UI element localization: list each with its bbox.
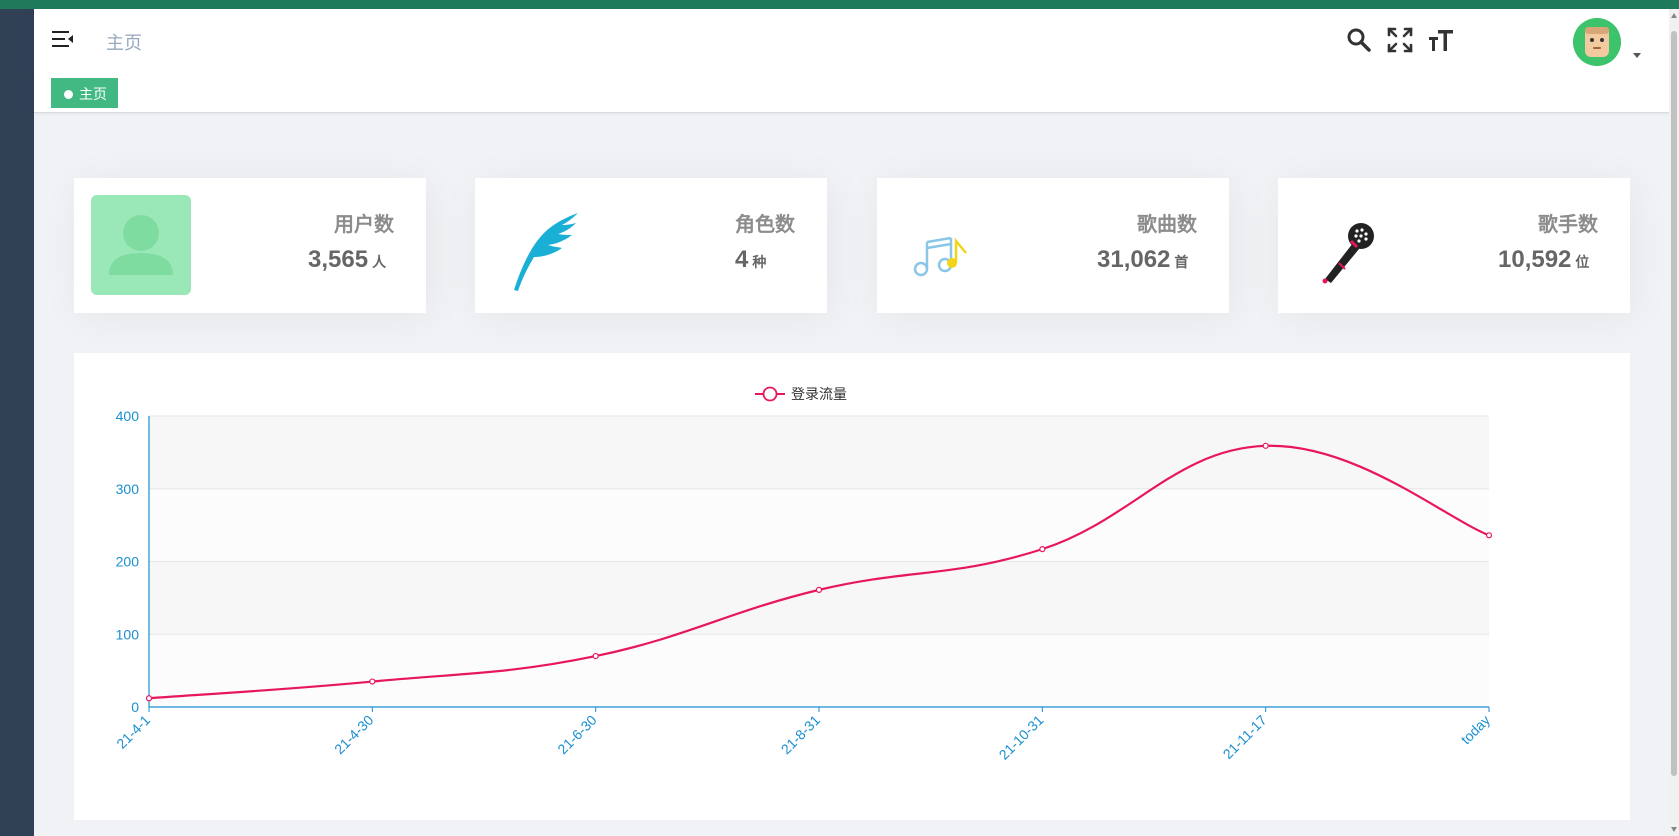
feather-icon	[492, 195, 592, 295]
x-tick-label: 21-11-17	[1220, 712, 1270, 762]
legend-marker-icon	[762, 386, 778, 402]
navbar: 主页	[34, 9, 1669, 73]
y-tick-label: 400	[116, 408, 140, 424]
data-point	[1485, 532, 1493, 539]
chevron-down-icon[interactable]	[1633, 53, 1641, 58]
x-tick-label: today	[1458, 712, 1494, 748]
grid-band	[149, 488, 1489, 562]
fullscreen-icon[interactable]	[1387, 27, 1413, 53]
card-label: 歌手数	[1538, 214, 1598, 236]
card-label: 歌曲数	[1137, 214, 1197, 236]
grid-band	[149, 416, 1489, 489]
card-number: 3,565	[308, 246, 369, 273]
card-value: 3,565 人	[308, 246, 386, 274]
card-unit: 首	[1174, 254, 1189, 270]
card-label: 用户数	[334, 214, 394, 236]
scrollbar-thumb[interactable]	[1671, 31, 1677, 776]
tags-view: 主页	[34, 73, 1669, 113]
data-point	[145, 695, 153, 702]
music-note-icon	[894, 195, 994, 295]
login-traffic-chart: 0 100 200 300 400 21-4-1 21-4-30 21-6-30 21-8-31…	[113, 386, 1494, 763]
card-songs[interactable]: 歌曲数 31,062 首	[877, 178, 1229, 313]
x-tick-label: 21-8-31	[778, 712, 824, 758]
search-icon[interactable]	[1346, 27, 1372, 53]
avatar[interactable]	[1573, 18, 1621, 66]
tag-home-label: 主页	[79, 86, 107, 102]
card-value: 31,062 首	[1097, 246, 1188, 274]
data-point	[1039, 546, 1046, 553]
y-tick-label: 300	[116, 481, 140, 497]
card-label: 角色数	[735, 214, 795, 236]
scroll-up-arrow-icon[interactable]	[1671, 13, 1677, 18]
card-unit: 人	[372, 254, 387, 270]
hamburger-icon[interactable]	[52, 29, 74, 49]
main-area: 主页 主页 用户数 3,565 人 角色数 4 种 歌曲数 31,062 首 歌…	[34, 9, 1669, 836]
data-point	[369, 678, 376, 685]
breadcrumb: 主页	[106, 33, 142, 53]
data-point	[815, 586, 823, 593]
x-tick-label: 21-4-1	[113, 712, 153, 752]
x-tick-label: 21-6-30	[554, 712, 600, 758]
scrollbar[interactable]	[1669, 9, 1679, 836]
card-number: 31,062	[1097, 246, 1171, 273]
y-tick-label: 0	[131, 699, 139, 715]
legend-label: 登录流量	[791, 387, 847, 403]
card-number: 10,592	[1498, 246, 1572, 273]
card-singers[interactable]: 歌手数 10,592 位	[1278, 178, 1630, 313]
sidebar	[0, 9, 34, 836]
window-top-strip	[0, 0, 1679, 9]
user-icon	[91, 195, 191, 295]
grid-band	[149, 634, 1489, 707]
card-number: 4	[735, 246, 749, 273]
data-point	[592, 652, 599, 660]
x-tick-label: 21-10-31	[996, 712, 1047, 763]
card-roles[interactable]: 角色数 4种	[475, 178, 827, 313]
y-tick-label: 100	[116, 626, 140, 642]
microphone-icon	[1295, 195, 1395, 295]
data-point	[1262, 442, 1269, 449]
x-tick-label: 21-4-30	[331, 712, 377, 758]
card-value: 4种	[735, 246, 766, 274]
scroll-down-arrow-icon[interactable]	[1671, 827, 1677, 832]
card-users[interactable]: 用户数 3,565 人	[74, 178, 426, 313]
active-dot-icon	[64, 90, 73, 99]
y-tick-label: 200	[116, 554, 140, 570]
font-size-icon[interactable]	[1428, 27, 1454, 53]
card-unit: 位	[1575, 254, 1590, 270]
card-value: 10,592 位	[1498, 246, 1589, 274]
tag-home[interactable]: 主页	[51, 78, 118, 108]
grid-band	[149, 561, 1489, 635]
card-unit: 种	[752, 254, 767, 270]
chart-panel: 0 100 200 300 400 21-4-1 21-4-30 21-6-30 21-8-31…	[74, 353, 1630, 820]
